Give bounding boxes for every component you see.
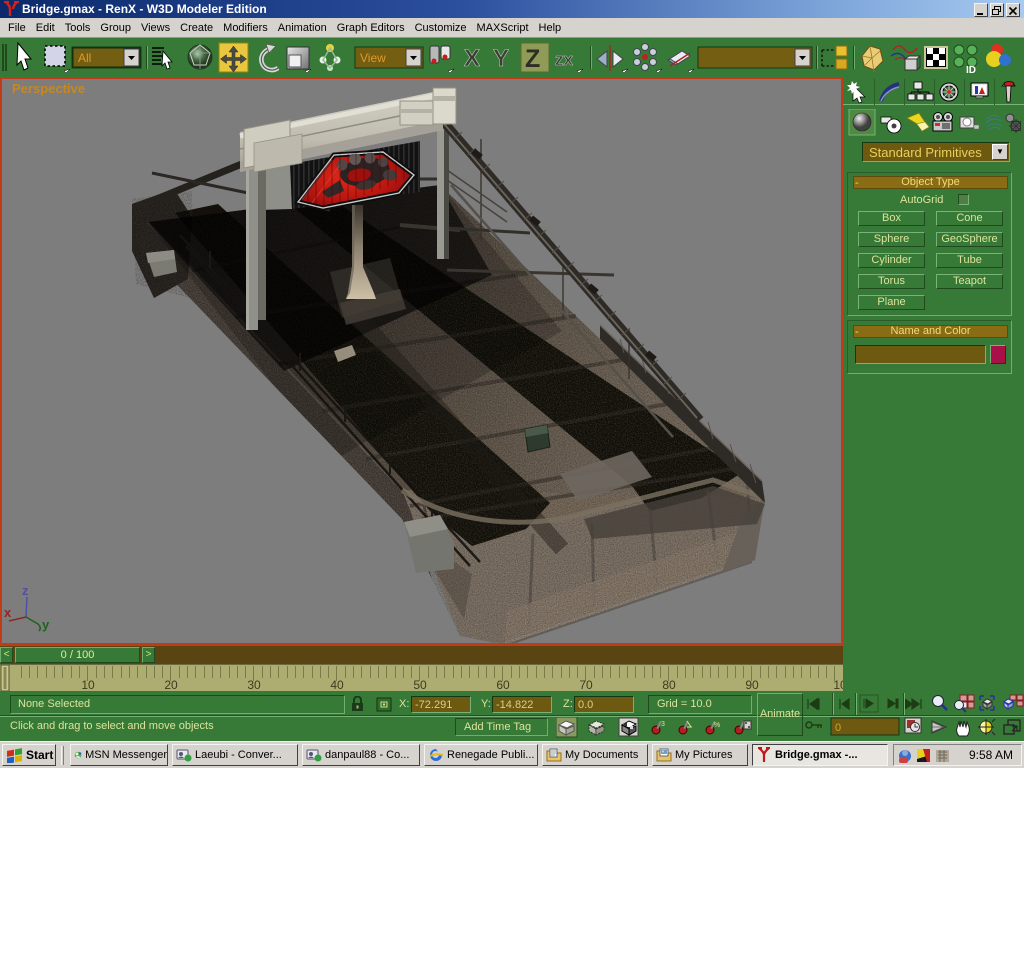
- svg-text:70: 70: [579, 678, 593, 692]
- svg-text:Y: Y: [493, 45, 509, 72]
- svg-text:View: View: [360, 51, 386, 65]
- svg-text:0: 0: [835, 722, 841, 734]
- svg-text:Z: Z: [525, 45, 540, 73]
- svg-text:x: x: [4, 605, 12, 620]
- svg-text:X: X: [464, 45, 480, 72]
- svg-text:All: All: [78, 51, 91, 65]
- svg-text:%: %: [714, 722, 720, 729]
- svg-text:60: 60: [496, 678, 510, 692]
- svg-text:z: z: [22, 583, 29, 598]
- svg-text:80: 80: [662, 678, 676, 692]
- svg-text:ID: ID: [966, 65, 976, 76]
- svg-text:Perspective: Perspective: [12, 81, 85, 96]
- svg-text:40: 40: [330, 678, 344, 692]
- svg-text:50: 50: [413, 678, 427, 692]
- svg-text:20: 20: [164, 678, 178, 692]
- svg-text:10: 10: [833, 678, 843, 692]
- svg-text:zx: zx: [555, 50, 574, 69]
- svg-text:30: 30: [247, 678, 261, 692]
- svg-text:y: y: [42, 617, 50, 632]
- svg-text:90: 90: [745, 678, 759, 692]
- svg-text:3: 3: [661, 721, 665, 728]
- svg-text:10: 10: [81, 678, 95, 692]
